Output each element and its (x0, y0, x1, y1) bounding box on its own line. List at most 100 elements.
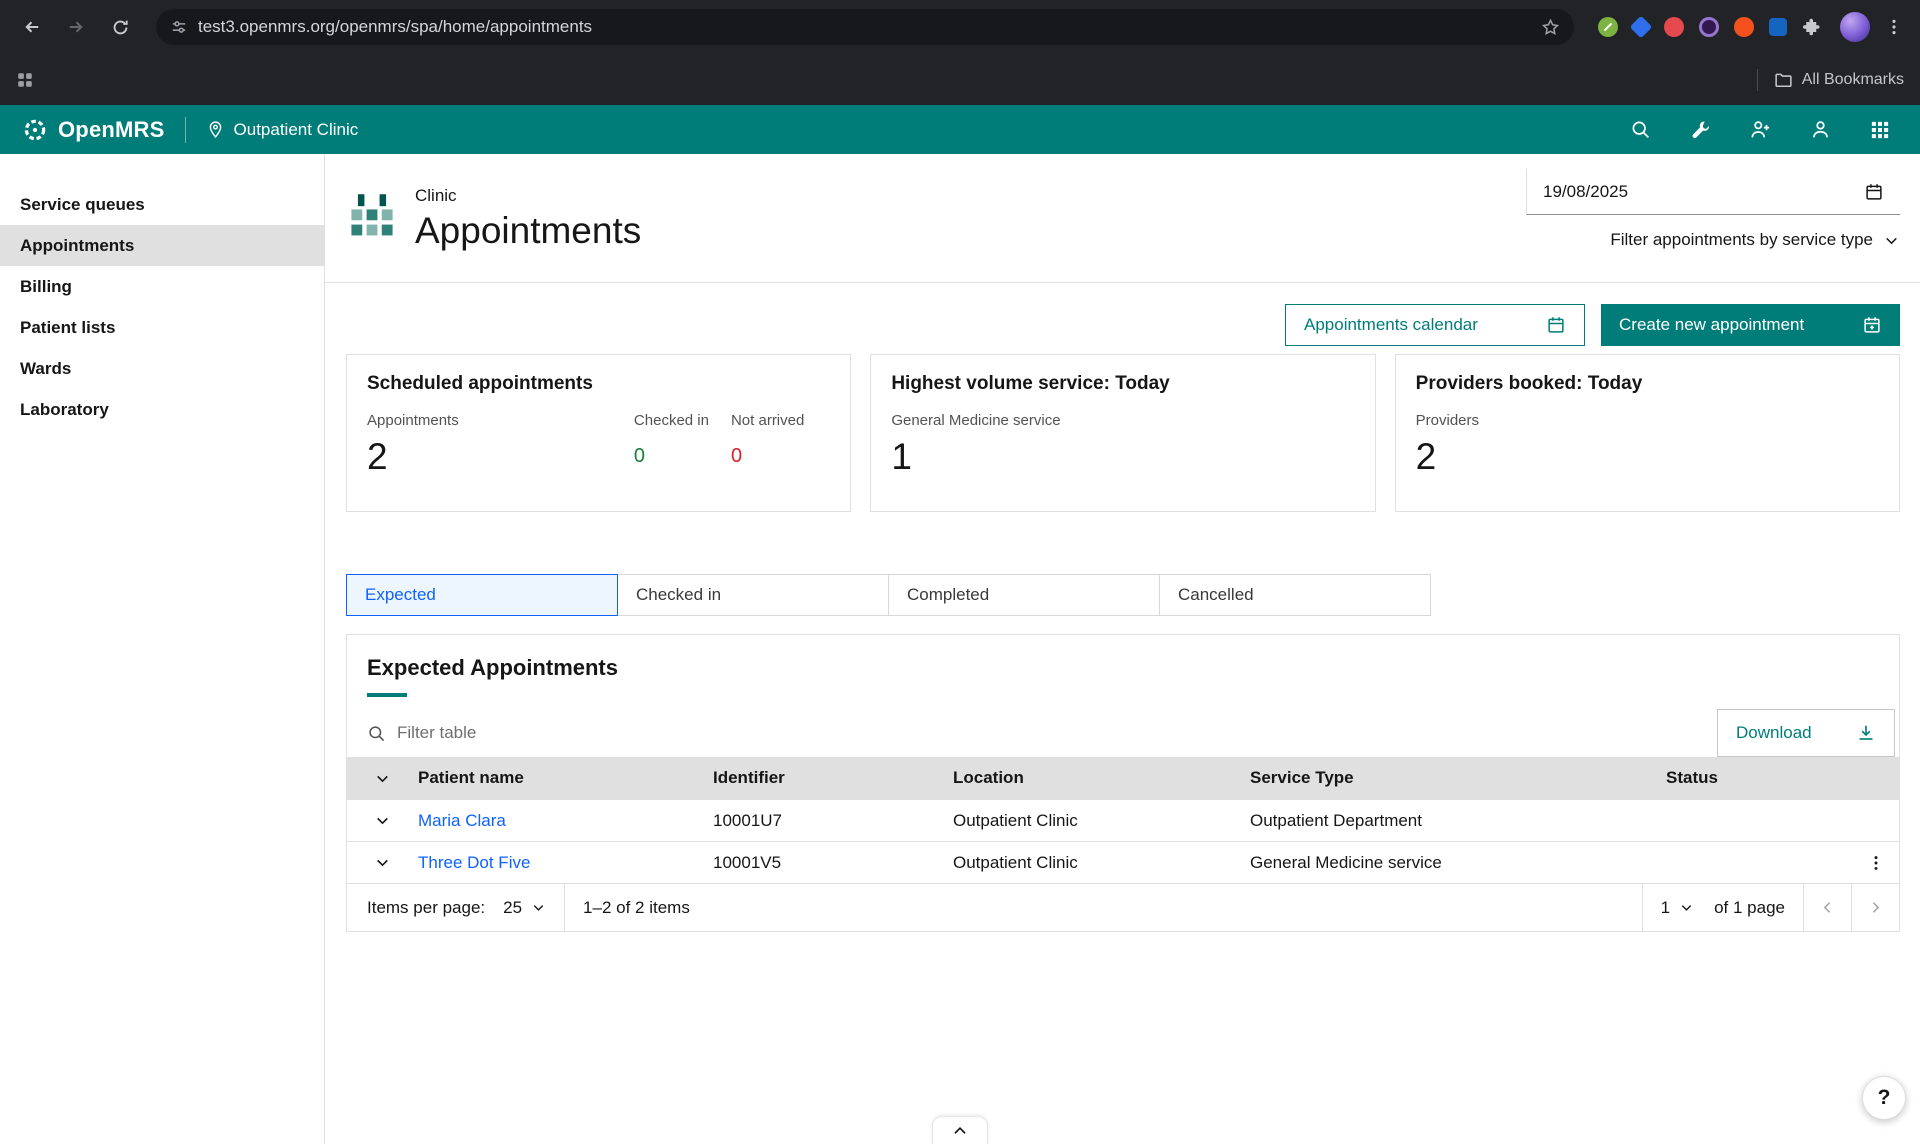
tab-cancelled[interactable]: Cancelled (1159, 574, 1431, 616)
chevron-down-icon (374, 812, 391, 829)
column-header-status[interactable]: Status (1666, 768, 1899, 788)
extension-diamond-icon[interactable] (1630, 16, 1653, 39)
date-input[interactable] (1543, 182, 1864, 202)
cell-identifier: 10001V5 (713, 853, 953, 873)
appointment-date-picker[interactable] (1526, 169, 1900, 215)
chevron-up-icon (951, 1122, 969, 1140)
app-switcher-button[interactable] (1850, 105, 1910, 154)
column-header-patient[interactable]: Patient name (418, 768, 713, 788)
page-header: Clinic Appointments Filter appointments … (325, 154, 1920, 283)
chevron-down-icon (1679, 900, 1694, 915)
download-icon (1856, 723, 1876, 743)
sidebar-item-wards[interactable]: Wards (0, 348, 324, 389)
metric-main: General Medicine service 1 (891, 412, 1060, 478)
not-arrived-label: Not arrived (731, 412, 804, 429)
patient-name-link[interactable]: Maria Clara (418, 811, 713, 831)
extension-orange-icon[interactable] (1734, 17, 1754, 37)
next-page-button[interactable] (1851, 884, 1899, 931)
service-type-filter-dropdown[interactable]: Filter appointments by service type (1610, 230, 1900, 250)
cell-service-type: General Medicine service (1250, 853, 1666, 873)
create-new-appointment-button[interactable]: Create new appointment (1601, 304, 1900, 346)
extension-brush-icon[interactable] (1598, 17, 1618, 37)
column-header-service-type[interactable]: Service Type (1250, 768, 1666, 788)
table-title: Expected Appointments (367, 655, 1879, 681)
location-pin-icon (206, 120, 225, 139)
forward-arrow-icon (66, 17, 86, 37)
wrench-icon (1690, 119, 1711, 140)
search-button[interactable] (1610, 105, 1670, 154)
page-count-label: of 1 page (1712, 898, 1803, 918)
refresh-icon (111, 18, 130, 37)
metric-title: Highest volume service: Today (891, 373, 1354, 395)
browser-menu-icon[interactable] (1880, 7, 1908, 47)
metric-main: Providers 2 (1416, 412, 1479, 478)
metrics-row: Scheduled appointments Appointments 2 Ch… (346, 354, 1900, 512)
openmrs-logo[interactable]: OpenMRS (22, 117, 165, 143)
tab-completed[interactable]: Completed (888, 574, 1160, 616)
row-overflow-menu-icon[interactable] (1867, 854, 1885, 872)
metric-title: Scheduled appointments (367, 373, 830, 395)
apps-grid-icon[interactable] (16, 71, 34, 89)
appointments-calendar-button[interactable]: Appointments calendar (1285, 304, 1585, 346)
filter-table-input[interactable] (397, 723, 1717, 743)
help-button[interactable]: ? (1862, 1076, 1906, 1120)
profile-avatar[interactable] (1840, 12, 1870, 42)
metric-main: Appointments 2 (367, 412, 459, 478)
user-button[interactable] (1790, 105, 1850, 154)
search-icon (367, 724, 386, 743)
site-settings-icon[interactable] (170, 18, 188, 36)
browser-back-button[interactable] (12, 7, 52, 47)
screen: { "colors": { "brand_teal": "#007d79", "… (0, 0, 1920, 1144)
expand-all-button[interactable] (347, 770, 418, 787)
folder-icon (1774, 70, 1793, 89)
address-bar[interactable]: test3.openmrs.org/openmrs/spa/home/appoi… (156, 9, 1574, 45)
create-appointment-label: Create new appointment (1619, 315, 1804, 335)
browser-forward-button[interactable] (56, 7, 96, 47)
page-title: Appointments (415, 210, 641, 252)
browser-refresh-button[interactable] (100, 7, 140, 47)
cell-service-type: Outpatient Department (1250, 811, 1666, 831)
sidebar-item-service-queues[interactable]: Service queues (0, 184, 324, 225)
extension-purple-icon[interactable] (1699, 17, 1719, 37)
table-toolbar: Download (347, 709, 1899, 757)
page-title-block: Clinic Appointments (415, 186, 641, 282)
sidebar-item-billing[interactable]: Billing (0, 266, 324, 307)
table-filter[interactable] (347, 723, 1717, 743)
sidebar-item-patient-lists[interactable]: Patient lists (0, 307, 324, 348)
page-number-value: 1 (1661, 898, 1670, 918)
metric-value: 1 (891, 436, 1060, 478)
add-user-button[interactable] (1730, 105, 1790, 154)
column-header-location[interactable]: Location (953, 768, 1250, 788)
implementer-tools-button[interactable] (1670, 105, 1730, 154)
search-icon (1630, 119, 1651, 140)
url-text[interactable]: test3.openmrs.org/openmrs/spa/home/appoi… (198, 17, 1531, 37)
patient-name-link[interactable]: Three Dot Five (418, 853, 713, 873)
cell-identifier: 10001U7 (713, 811, 953, 831)
sidebar-item-laboratory[interactable]: Laboratory (0, 389, 324, 430)
expand-row-button[interactable] (347, 854, 418, 871)
location-display[interactable]: Outpatient Clinic (206, 120, 359, 140)
cell-location: Outpatient Clinic (953, 811, 1250, 831)
openmrs-logo-icon (22, 117, 48, 143)
previous-page-button[interactable] (1803, 884, 1851, 931)
all-bookmarks-button[interactable]: All Bookmarks (1774, 70, 1904, 89)
appointments-calendar-pictogram (346, 191, 398, 243)
tab-expected[interactable]: Expected (346, 574, 618, 616)
bookmark-star-icon[interactable] (1541, 18, 1560, 37)
extension-red-icon[interactable] (1664, 17, 1684, 37)
extensions-puzzle-icon[interactable] (1802, 17, 1822, 37)
sidebar-item-appointments[interactable]: Appointments (0, 225, 324, 266)
calendar-icon[interactable] (1864, 182, 1884, 202)
download-button[interactable]: Download (1717, 709, 1895, 757)
back-arrow-icon (22, 17, 42, 37)
scroll-to-top-button[interactable] (932, 1116, 988, 1144)
tab-checked-in[interactable]: Checked in (617, 574, 889, 616)
extensions-area (1590, 17, 1830, 37)
column-header-identifier[interactable]: Identifier (713, 768, 953, 788)
extension-blue-icon[interactable] (1769, 18, 1787, 36)
page-number-select[interactable]: 1 (1642, 884, 1712, 931)
metric-value: 2 (1416, 436, 1479, 478)
metric-label: Appointments (367, 412, 459, 429)
expand-row-button[interactable] (347, 812, 418, 829)
items-per-page-select[interactable]: 25 (485, 884, 564, 931)
